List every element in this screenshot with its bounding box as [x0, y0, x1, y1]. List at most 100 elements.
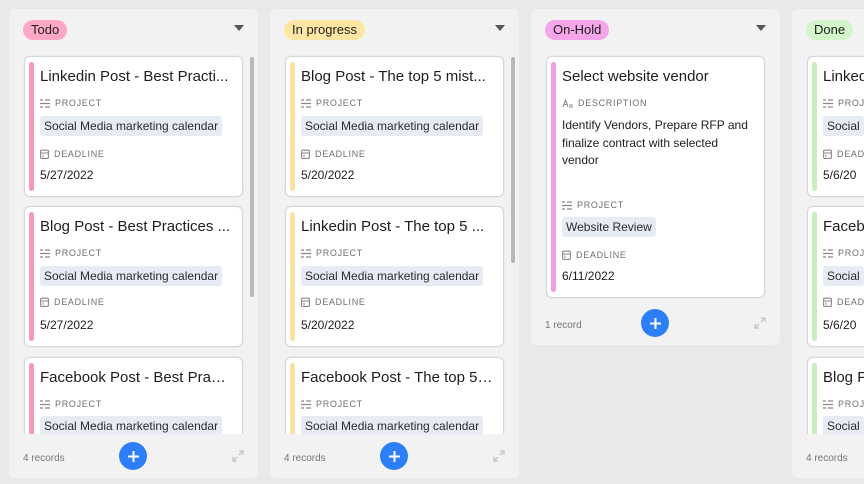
- calendar-icon: [301, 297, 310, 307]
- calendar-icon: [40, 149, 49, 159]
- field-label-text: DEADLINE: [54, 149, 105, 159]
- field-label-text: PROJE: [838, 399, 864, 409]
- calendar-icon: [301, 149, 310, 159]
- vertical-scrollbar[interactable]: [250, 57, 254, 297]
- field-label-text: DEADLINE: [315, 297, 366, 307]
- card-title: Linkedin Post - Best Practi...: [40, 68, 229, 85]
- project-chip: Social: [823, 266, 864, 286]
- list-icon: [301, 98, 311, 108]
- column-footer: 1 record: [531, 301, 780, 345]
- record-card[interactable]: Linkedin Post - Best Practi... PROJECT S…: [24, 56, 243, 197]
- kanban-board: Todo Linkedin Post - Best Practi... PROJ…: [0, 0, 864, 484]
- project-field-label: PROJECT: [40, 248, 102, 258]
- column-todo: Todo Linkedin Post - Best Practi... PROJ…: [9, 9, 258, 478]
- card-title: Select website vendor: [562, 68, 709, 85]
- record-card[interactable]: Blog Post - Best Practices ... PROJECT S…: [24, 206, 243, 347]
- card-title: Linkedin Post - The top 5 ...: [301, 218, 485, 235]
- field-label-text: DEADL: [837, 149, 864, 159]
- record-count: 4 records: [284, 453, 326, 464]
- description-field-label: DESCRIPTION: [562, 98, 647, 108]
- status-pill-done[interactable]: Done: [806, 20, 854, 40]
- card-accent: [812, 363, 817, 434]
- record-card[interactable]: Blog Post - The top 5 mist... PROJECT So…: [285, 56, 504, 197]
- card-accent: [29, 62, 34, 191]
- record-card[interactable]: Linkedin Post - The top 5 ... PROJECT So…: [285, 206, 504, 347]
- cards-area: Linkedin Post - Best Practi... PROJECT S…: [9, 53, 258, 434]
- expand-icon[interactable]: [754, 317, 766, 329]
- deadline-value: 5/6/20: [823, 168, 857, 182]
- expand-icon[interactable]: [232, 450, 244, 462]
- project-chip: Social Media marketing calendar: [40, 116, 223, 136]
- deadline-value: 6/11/2022: [562, 269, 615, 283]
- column-header: Done: [792, 9, 864, 53]
- deadline-value: 5/27/2022: [40, 318, 94, 332]
- cards-area: Blog Post - The top 5 mist... PROJECT So…: [270, 53, 519, 434]
- field-label-text: PROJECT: [55, 248, 102, 258]
- record-card[interactable]: Select website vendor DESCRIPTION Identi…: [546, 56, 765, 298]
- caret-down-icon[interactable]: [495, 25, 505, 31]
- card-title: Linked: [823, 68, 864, 85]
- record-card[interactable]: Facebook Post - Best Pract... PROJECT So…: [24, 357, 243, 434]
- card-title: Blog Post - Best Practices ...: [40, 218, 231, 235]
- status-pill-todo[interactable]: Todo: [23, 20, 68, 40]
- caret-down-icon[interactable]: [234, 25, 244, 31]
- project-field-label: PROJECT: [40, 98, 102, 108]
- column-done: Done Linked PROJE Social DEADL 5/6/20 Fa…: [792, 9, 864, 478]
- column-footer: 4 records: [792, 434, 864, 478]
- status-pill-in-progress[interactable]: In progress: [284, 20, 366, 40]
- card-accent: [290, 62, 295, 191]
- project-field-label: PROJECT: [301, 399, 363, 409]
- column-on-hold: On-Hold Select website vendor DESCRIPTIO…: [531, 9, 780, 345]
- column-in-progress: In progress Blog Post - The top 5 mist..…: [270, 9, 519, 478]
- plus-icon: [649, 317, 661, 329]
- project-chip: Social Media marketing calendar: [301, 266, 484, 286]
- card-accent: [290, 363, 295, 434]
- card-accent: [29, 212, 34, 341]
- deadline-field-label: DEADLINE: [301, 297, 366, 307]
- project-field-label: PROJECT: [40, 399, 102, 409]
- card-accent: [812, 212, 817, 341]
- record-card[interactable]: Facebo PROJE Social DEADL 5/6/20: [807, 206, 864, 347]
- calendar-icon: [40, 297, 49, 307]
- description-value: Identify Vendors, Prepare RFP and finali…: [562, 118, 748, 167]
- add-record-button[interactable]: [380, 442, 408, 470]
- list-icon: [40, 248, 50, 258]
- project-field-label: PROJECT: [562, 200, 624, 210]
- text-icon: [562, 98, 573, 108]
- list-icon: [823, 248, 833, 258]
- add-record-button[interactable]: [119, 442, 147, 470]
- vertical-scrollbar[interactable]: [511, 57, 515, 263]
- add-record-button[interactable]: [641, 309, 669, 337]
- project-chip: Social Media marketing calendar: [301, 116, 484, 136]
- deadline-field-label: DEADLINE: [301, 149, 366, 159]
- card-accent: [290, 212, 295, 341]
- field-label-text: PROJECT: [316, 248, 363, 258]
- list-icon: [301, 248, 311, 258]
- list-icon: [823, 98, 833, 108]
- column-footer: 4 records: [9, 434, 258, 478]
- project-chip: Social Media marketing calendar: [40, 266, 223, 286]
- record-count: 1 record: [545, 320, 582, 331]
- list-icon: [823, 399, 833, 409]
- column-footer: 4 records: [270, 434, 519, 478]
- record-count: 4 records: [23, 453, 65, 464]
- field-label-text: PROJECT: [577, 200, 624, 210]
- calendar-icon: [823, 297, 832, 307]
- field-label-text: DESCRIPTION: [578, 98, 648, 108]
- field-label-text: PROJE: [838, 98, 864, 108]
- cards-area: Linked PROJE Social DEADL 5/6/20 Facebo …: [792, 53, 864, 434]
- calendar-icon: [562, 250, 571, 260]
- field-label-text: DEADL: [837, 297, 864, 307]
- record-card[interactable]: Linked PROJE Social DEADL 5/6/20: [807, 56, 864, 197]
- project-field-label: PROJE: [823, 248, 864, 258]
- caret-down-icon[interactable]: [756, 25, 766, 31]
- project-field-label: PROJE: [823, 399, 864, 409]
- record-card[interactable]: Blog P PROJE Social: [807, 357, 864, 434]
- expand-icon[interactable]: [493, 450, 505, 462]
- record-card[interactable]: Facebook Post - The top 5 ... PROJECT So…: [285, 357, 504, 434]
- list-icon: [562, 200, 572, 210]
- card-accent: [812, 62, 817, 191]
- deadline-field-label: DEADLINE: [40, 297, 105, 307]
- status-pill-on-hold[interactable]: On-Hold: [545, 20, 610, 40]
- deadline-value: 5/20/2022: [301, 168, 355, 182]
